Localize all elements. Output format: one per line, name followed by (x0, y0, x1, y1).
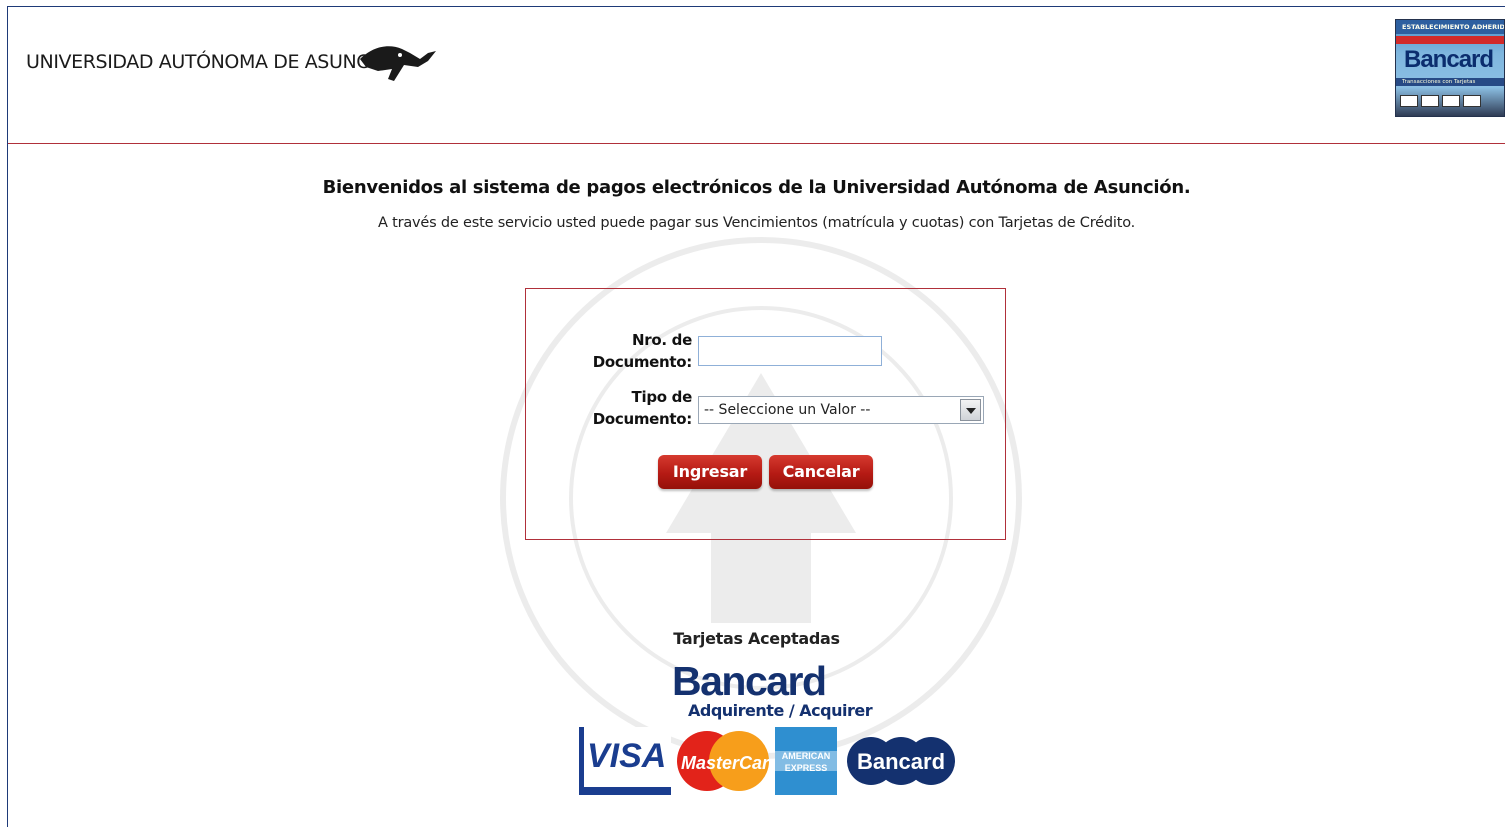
svg-text:AMERICAN: AMERICAN (782, 751, 831, 761)
document-type-select[interactable]: -- Seleccione un Valor -- (698, 396, 984, 424)
accepted-cards-title: Tarjetas Aceptadas (673, 629, 840, 648)
svg-text:Bancard: Bancard (857, 749, 945, 774)
chevron-down-icon[interactable] (960, 399, 981, 421)
bancard-acquirer-tagline: Adquirente / Acquirer (688, 701, 873, 720)
document-type-selected-value: -- Seleccione un Valor -- (704, 402, 871, 418)
welcome-subtitle: A través de este servicio usted puede pa… (377, 215, 1136, 231)
cancelar-button[interactable]: Cancelar (769, 455, 873, 489)
header: UNIVERSIDAD AUTÓNOMA DE ASUNCIÓN ESTABLE… (8, 7, 1505, 144)
bancard-acquirer-logo: Bancard (672, 658, 827, 704)
badge-bancard-word: Bancard (1404, 46, 1494, 73)
american-express-icon: AMERICAN EXPRESS (775, 727, 837, 799)
badge-top-text: ESTABLECIMIENTO ADHERIDO (1396, 20, 1504, 34)
document-number-input[interactable] (698, 336, 882, 366)
badge-sub-text: Transacciones con Tarjetas (1396, 78, 1504, 86)
mastercard-icon: MasterCard (677, 727, 781, 799)
university-name: UNIVERSIDAD AUTÓNOMA DE ASUNCIÓN (26, 51, 403, 73)
document-number-label: Nro. de Documento: (592, 331, 693, 371)
bancard-merchant-badge: ESTABLECIMIENTO ADHERIDO Bancard Transac… (1395, 19, 1505, 117)
welcome-title: Bienvenidos al sistema de pagos electrón… (322, 177, 1191, 198)
page-frame: UNIVERSIDAD AUTÓNOMA DE ASUNCIÓN ESTABLE… (7, 6, 1505, 827)
svg-text:EXPRESS: EXPRESS (785, 763, 828, 773)
visa-card-icon: VISA (579, 727, 671, 799)
ingresar-button[interactable]: Ingresar (658, 455, 762, 489)
svg-text:VISA: VISA (587, 737, 666, 775)
document-type-label: Tipo de Documento: (592, 388, 693, 428)
login-form: Nro. de Documento: Tipo de Documento: --… (525, 288, 1006, 540)
bancard-card-icon: Bancard (845, 727, 957, 799)
svg-text:MasterCard: MasterCard (681, 753, 769, 773)
university-bird-logo-icon (360, 46, 436, 81)
badge-card-icons (1400, 92, 1504, 107)
